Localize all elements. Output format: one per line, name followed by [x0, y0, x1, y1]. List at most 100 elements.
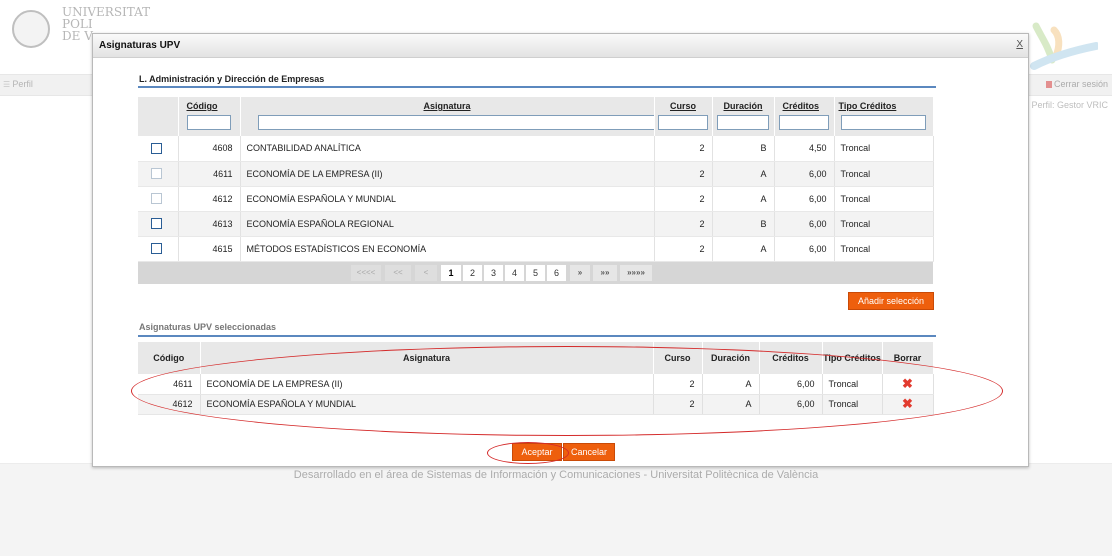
cell-tipo: Troncal	[834, 186, 934, 212]
cell-tipo: Troncal	[834, 161, 934, 187]
cell-creditos: 4,50	[774, 136, 835, 162]
filter-duracion-input[interactable]	[716, 115, 770, 130]
pager-first-button[interactable]: <<<<	[351, 265, 381, 281]
table-row: 4615 MÉTODOS ESTADÍSTICOS EN ECONOMÍA 2 …	[138, 236, 934, 262]
column-label-codigo[interactable]: Código	[179, 101, 240, 112]
column-header-curso: Curso	[653, 342, 703, 374]
add-selection-button[interactable]: Añadir selección	[848, 292, 934, 310]
row-select-cell	[138, 211, 179, 237]
cell-duracion: A	[702, 374, 760, 395]
column-header-duracion: Duración	[712, 97, 775, 136]
column-label-curso[interactable]: Curso	[655, 101, 712, 112]
accept-button[interactable]: Aceptar	[512, 443, 562, 461]
dialog-title: Asignaturas UPV	[99, 40, 181, 51]
row-checkbox-disabled	[151, 193, 162, 205]
cell-curso: 2	[654, 161, 713, 187]
column-header-asignatura: Asignatura	[240, 97, 655, 136]
table-row: 4608 CONTABILIDAD ANALÍTICA 2 B 4,50 Tro…	[138, 136, 934, 162]
row-checkbox[interactable]	[151, 218, 162, 230]
column-label-duracion[interactable]: Duración	[713, 101, 774, 112]
row-checkbox-disabled	[151, 168, 162, 180]
cell-codigo: 4613	[178, 211, 241, 237]
filter-tipo-input[interactable]	[841, 115, 926, 130]
table-row: 4612 ECONOMÍA ESPAÑOLA Y MUNDIAL 2 A 6,0…	[138, 186, 934, 212]
delete-icon[interactable]: ✖	[882, 374, 934, 395]
selected-subjects-table: Código Asignatura Curso Duración Crédito…	[138, 342, 934, 415]
column-label-creditos[interactable]: Créditos	[775, 101, 834, 112]
column-header-borrar: Borrar	[882, 342, 934, 374]
row-select-cell	[138, 161, 179, 187]
column-header-codigo: Código	[138, 342, 201, 374]
pager-page-2[interactable]: 2	[463, 265, 482, 281]
table-header-row: Código Asignatura Curso Duración Crédito…	[138, 97, 934, 136]
pager-page-6[interactable]: 6	[547, 265, 566, 281]
pagination-bar: <<<< << < 1 2 3 4 5 6 » »» »»»»	[138, 262, 933, 284]
cell-asignatura: ECONOMÍA ESPAÑOLA REGIONAL	[240, 211, 655, 237]
cell-codigo: 4611	[178, 161, 241, 187]
column-header-tipo: Tipo Créditos	[834, 97, 934, 136]
cell-tipo: Troncal	[834, 236, 934, 262]
cell-creditos: 6,00	[759, 374, 823, 395]
pager-page-4[interactable]: 4	[505, 265, 524, 281]
cell-curso: 2	[653, 374, 703, 395]
cell-tipo: Troncal	[822, 394, 883, 415]
pager-next-button[interactable]: »	[570, 265, 590, 281]
pager-last-button[interactable]: »»»»	[620, 265, 652, 281]
cell-duracion: B	[712, 136, 775, 162]
filter-codigo-input[interactable]	[186, 115, 231, 130]
row-select-cell	[138, 186, 179, 212]
cell-asignatura: CONTABILIDAD ANALÍTICA	[240, 136, 655, 162]
table-header-row: Código Asignatura Curso Duración Crédito…	[138, 342, 934, 374]
selected-section-title: Asignaturas UPV seleccionadas	[139, 322, 277, 332]
pager-next-block-button[interactable]: »»	[593, 265, 617, 281]
pager-prev-button[interactable]: <	[415, 265, 437, 281]
cell-codigo: 4608	[178, 136, 241, 162]
cell-creditos: 6,00	[774, 186, 835, 212]
table-row: 4611 ECONOMÍA DE LA EMPRESA (II) 2 A 6,0…	[138, 161, 934, 187]
cell-codigo: 4615	[178, 236, 241, 262]
column-header-codigo: Código	[178, 97, 241, 136]
pager-prev-block-button[interactable]: <<	[385, 265, 411, 281]
row-checkbox[interactable]	[151, 142, 162, 154]
filter-curso-input[interactable]	[658, 115, 708, 130]
cell-codigo: 4612	[178, 186, 241, 212]
row-select-cell	[138, 236, 179, 262]
cell-asignatura: ECONOMÍA ESPAÑOLA Y MUNDIAL	[240, 186, 655, 212]
pager-page-3[interactable]: 3	[484, 265, 503, 281]
table-row: 4612 ECONOMÍA ESPAÑOLA Y MUNDIAL 2 A 6,0…	[138, 394, 934, 415]
cell-creditos: 6,00	[774, 236, 835, 262]
column-header-asignatura: Asignatura	[200, 342, 654, 374]
section-divider	[138, 335, 936, 337]
filter-asignatura-input[interactable]	[257, 115, 653, 130]
column-label-asignatura[interactable]: Asignatura	[241, 101, 654, 112]
subjects-search-table: Código Asignatura Curso Duración Crédito…	[138, 97, 934, 262]
degree-section-title: L. Administración y Dirección de Empresa…	[139, 74, 325, 84]
cell-curso: 2	[654, 236, 713, 262]
cell-asignatura: ECONOMÍA ESPAÑOLA Y MUNDIAL	[200, 394, 654, 415]
column-header-curso: Curso	[654, 97, 713, 136]
cell-creditos: 6,00	[774, 211, 835, 237]
cell-creditos: 6,00	[774, 161, 835, 187]
pager-page-5[interactable]: 5	[526, 265, 545, 281]
cell-curso: 2	[653, 394, 703, 415]
row-checkbox[interactable]	[151, 243, 162, 255]
pager-page-1[interactable]: 1	[441, 265, 461, 281]
cancel-button[interactable]: Cancelar	[563, 443, 615, 461]
column-label-tipo[interactable]: Tipo Créditos	[835, 101, 933, 112]
cell-curso: 2	[654, 136, 713, 162]
select-column-header	[138, 97, 179, 136]
cell-asignatura: MÉTODOS ESTADÍSTICOS EN ECONOMÍA	[240, 236, 655, 262]
cell-duracion: A	[712, 186, 775, 212]
delete-icon[interactable]: ✖	[882, 394, 934, 415]
column-header-creditos: Créditos	[759, 342, 823, 374]
cell-duracion: A	[712, 236, 775, 262]
cell-codigo: 4612	[138, 394, 201, 415]
column-header-duracion: Duración	[702, 342, 760, 374]
dialog-close-button[interactable]: X	[1016, 39, 1023, 50]
column-header-tipo: Tipo Créditos	[822, 342, 883, 374]
asignaturas-dialog: Asignaturas UPV X L. Administración y Di…	[92, 33, 1029, 467]
filter-creditos-input[interactable]	[778, 115, 830, 130]
cell-duracion: A	[712, 161, 775, 187]
column-header-creditos: Créditos	[774, 97, 835, 136]
cell-curso: 2	[654, 186, 713, 212]
